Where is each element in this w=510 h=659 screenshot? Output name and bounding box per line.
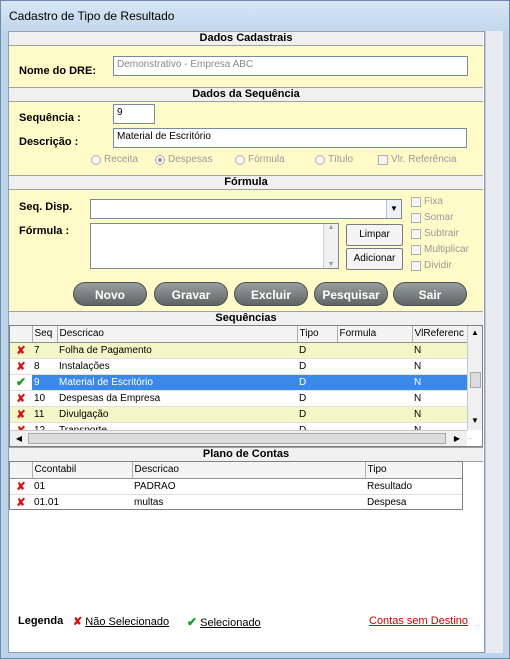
column-header-descricao[interactable]: Descricao [132, 462, 366, 479]
checkbox-fixa[interactable]: Fixa [411, 196, 443, 207]
scroll-thumb[interactable] [470, 372, 481, 388]
scroll-left-icon[interactable]: ◀ [12, 434, 26, 443]
checkbox-icon [411, 228, 421, 239]
radio-selected-icon [155, 154, 165, 165]
dados-sequencia-header: Dados da Sequência [9, 87, 483, 102]
dre-label: Nome do DRE: [19, 65, 96, 77]
x-mark-icon: ✘ [16, 344, 26, 357]
radio-icon [315, 154, 325, 165]
x-mark-icon: ✘ [16, 496, 26, 509]
sequencia-label: Sequência : [19, 112, 81, 124]
table-row[interactable]: ✘ 7 Folha de Pagamento D N [10, 342, 472, 359]
formula-textarea[interactable] [90, 223, 339, 269]
x-mark-icon: ✘ [16, 408, 26, 421]
excluir-button[interactable]: Excluir [234, 282, 308, 306]
chevron-down-icon[interactable]: ▼ [386, 200, 401, 218]
radio-icon [235, 154, 245, 165]
checkbox-somar[interactable]: Somar [411, 212, 453, 223]
table-row[interactable]: ✘ 8 Instalações D N [10, 358, 472, 375]
dre-field[interactable]: Demonstrativo - Empresa ABC [113, 56, 468, 76]
legend-selecionado[interactable]: ✔ Selecionado [187, 615, 261, 629]
x-mark-icon: ✘ [16, 392, 26, 405]
title-bar: Cadastro de Tipo de Resultado [1, 1, 509, 31]
formula-header: Fórmula [9, 175, 483, 190]
radio-icon [91, 154, 101, 165]
checkbox-dividir[interactable]: Dividir [411, 260, 452, 271]
checkbox-icon [411, 244, 421, 255]
checkbox-icon [378, 154, 388, 165]
sair-button[interactable]: Sair [393, 282, 467, 306]
checkmark-icon: ✔ [187, 615, 198, 629]
column-header-tipo[interactable]: Tipo [365, 462, 462, 479]
column-header-status[interactable] [10, 462, 33, 479]
descricao-label: Descrição : [19, 136, 79, 148]
checkbox-subtrair[interactable]: Subtrair [411, 228, 459, 239]
column-header-tipo[interactable]: Tipo [297, 326, 338, 343]
legend-contas-sem-destino[interactable]: Contas sem Destino [369, 615, 468, 627]
sequencia-field[interactable]: 9 [113, 104, 155, 124]
scroll-up-icon[interactable]: ▲ [324, 224, 338, 231]
radio-titulo[interactable]: Título [315, 154, 353, 165]
nao-selecionado-link[interactable]: Não Selecionado [85, 616, 169, 628]
seq-disp-label: Seq. Disp. [19, 201, 73, 213]
table-row[interactable]: ✘ 11 Divulgação D N [10, 406, 472, 423]
formula-label: Fórmula : [19, 225, 70, 237]
sequencias-grid[interactable]: Seq Descricao Tipo Formula VlReferenc ✘ … [9, 325, 483, 447]
legend-nao-selecionado[interactable]: ✘ Não Selecionado [73, 615, 169, 628]
window-title: Cadastro de Tipo de Resultado [9, 9, 175, 23]
radio-formula[interactable]: Fórmula [235, 154, 285, 165]
table-row[interactable]: ✘ 10 Despesas da Empresa D N [10, 390, 472, 407]
limpar-button[interactable]: Limpar [346, 224, 403, 246]
checkbox-vlr-referencia[interactable]: Vlr. Referência [378, 154, 457, 165]
seq-disp-combobox[interactable] [90, 199, 402, 219]
column-header-descricao[interactable]: Descricao [57, 326, 298, 343]
contas-sem-destino-link[interactable]: Contas sem Destino [369, 615, 468, 627]
scroll-up-icon[interactable]: ▲ [468, 328, 482, 337]
legend-label: Legenda [18, 615, 64, 627]
scroll-down-icon[interactable]: ▼ [468, 416, 482, 425]
column-header-ccontabil[interactable]: Ccontabil [32, 462, 133, 479]
x-mark-icon: ✘ [16, 480, 26, 493]
novo-button[interactable]: Novo [73, 282, 147, 306]
scroll-down-icon[interactable]: ▼ [324, 261, 338, 268]
column-header-status[interactable] [10, 326, 33, 343]
sequencias-header: Sequências [9, 311, 483, 326]
table-row[interactable]: ✘ 01.01 multas Despesa [10, 494, 462, 509]
plano-de-contas-header: Plano de Contas [9, 447, 483, 462]
pesquisar-button[interactable]: Pesquisar [314, 282, 388, 306]
table-row[interactable]: ✘ 01 PADRAO Resultado [10, 478, 462, 495]
gravar-button[interactable]: Gravar [154, 282, 228, 306]
column-header-formula[interactable]: Formula [337, 326, 413, 343]
checkbox-icon [411, 260, 421, 271]
column-header-vlreferencia[interactable]: VlReferenc [412, 326, 473, 343]
window-scrollbar[interactable] [485, 31, 503, 653]
checkbox-multiplicar[interactable]: Multiplicar [411, 244, 469, 255]
dados-cadastrais-header: Dados Cadastrais [9, 31, 483, 46]
descricao-field[interactable]: Material de Escritório [113, 128, 467, 148]
selecionado-link[interactable]: Selecionado [200, 617, 261, 629]
radio-receita[interactable]: Receita [91, 154, 138, 165]
sequencias-vscrollbar[interactable]: ▲ ▼ [467, 326, 482, 430]
formula-scrollbar[interactable]: ▲ ▼ [323, 224, 338, 268]
sequencias-hscrollbar[interactable]: ◀ ▶ [10, 430, 467, 446]
scroll-right-icon[interactable]: ▶ [450, 434, 464, 443]
plano-de-contas-grid[interactable]: Ccontabil Descricao Tipo ✘ 01 PADRAO Res… [9, 461, 463, 510]
checkbox-icon [411, 196, 421, 207]
main-window: Cadastro de Tipo de Resultado Dados Cada… [0, 0, 510, 659]
adicionar-button[interactable]: Adicionar [346, 248, 403, 270]
table-row-selected[interactable]: ✔ 9 Material de Escritório D N [10, 374, 472, 391]
x-mark-icon: ✘ [16, 360, 26, 373]
column-header-seq[interactable]: Seq [32, 326, 58, 343]
x-mark-icon: ✘ [73, 616, 83, 628]
checkbox-icon [411, 212, 421, 223]
radio-despesas[interactable]: Despesas [155, 154, 212, 165]
checkmark-icon: ✔ [15, 375, 27, 389]
scroll-thumb[interactable] [28, 433, 446, 444]
